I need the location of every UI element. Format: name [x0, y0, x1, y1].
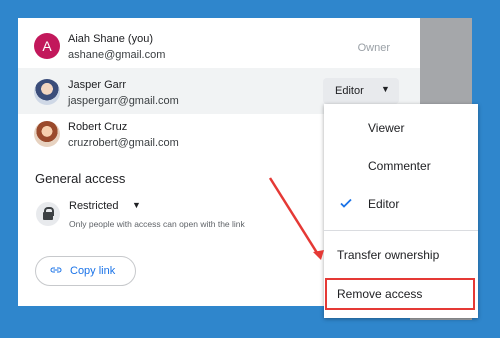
avatar	[34, 121, 60, 147]
check-icon	[340, 198, 352, 208]
menu-divider	[324, 230, 478, 231]
menu-item-editor[interactable]: Editor	[324, 189, 478, 219]
role-dropdown-button[interactable]: Editor ▼	[323, 78, 399, 104]
person-email: ashane@gmail.com	[68, 49, 166, 61]
role-menu: Viewer Commenter Editor Transfer ownersh…	[324, 104, 478, 318]
menu-item-transfer-ownership[interactable]: Transfer ownership	[324, 240, 478, 270]
person-row-owner: A Aiah Shane (you) ashane@gmail.com Owne…	[18, 22, 420, 68]
role-label: Editor	[335, 85, 364, 97]
menu-item-viewer[interactable]: Viewer	[324, 113, 478, 143]
general-access-title: General access	[35, 171, 126, 186]
avatar	[34, 79, 60, 105]
person-email: cruzrobert@gmail.com	[68, 137, 179, 149]
person-name: Jasper Garr	[68, 79, 127, 91]
copy-link-label: Copy link	[70, 265, 116, 277]
person-name: Robert Cruz	[68, 121, 128, 133]
person-name: Aiah Shane (you)	[68, 33, 153, 45]
annotation-arrow-icon	[268, 177, 324, 260]
link-icon	[50, 267, 62, 273]
access-setting-dropdown[interactable]: Restricted	[69, 200, 119, 212]
menu-item-commenter[interactable]: Commenter	[324, 151, 478, 181]
copy-link-button[interactable]: Copy link	[35, 256, 136, 286]
lock-icon	[36, 202, 60, 226]
caret-down-icon: ▼	[132, 200, 141, 210]
access-description: Only people with access can open with th…	[69, 219, 245, 229]
highlight-box	[325, 278, 475, 310]
caret-down-icon: ▼	[381, 84, 390, 94]
person-email: jaspergarr@gmail.com	[68, 95, 179, 107]
avatar: A	[34, 33, 60, 59]
owner-label: Owner	[357, 42, 390, 54]
